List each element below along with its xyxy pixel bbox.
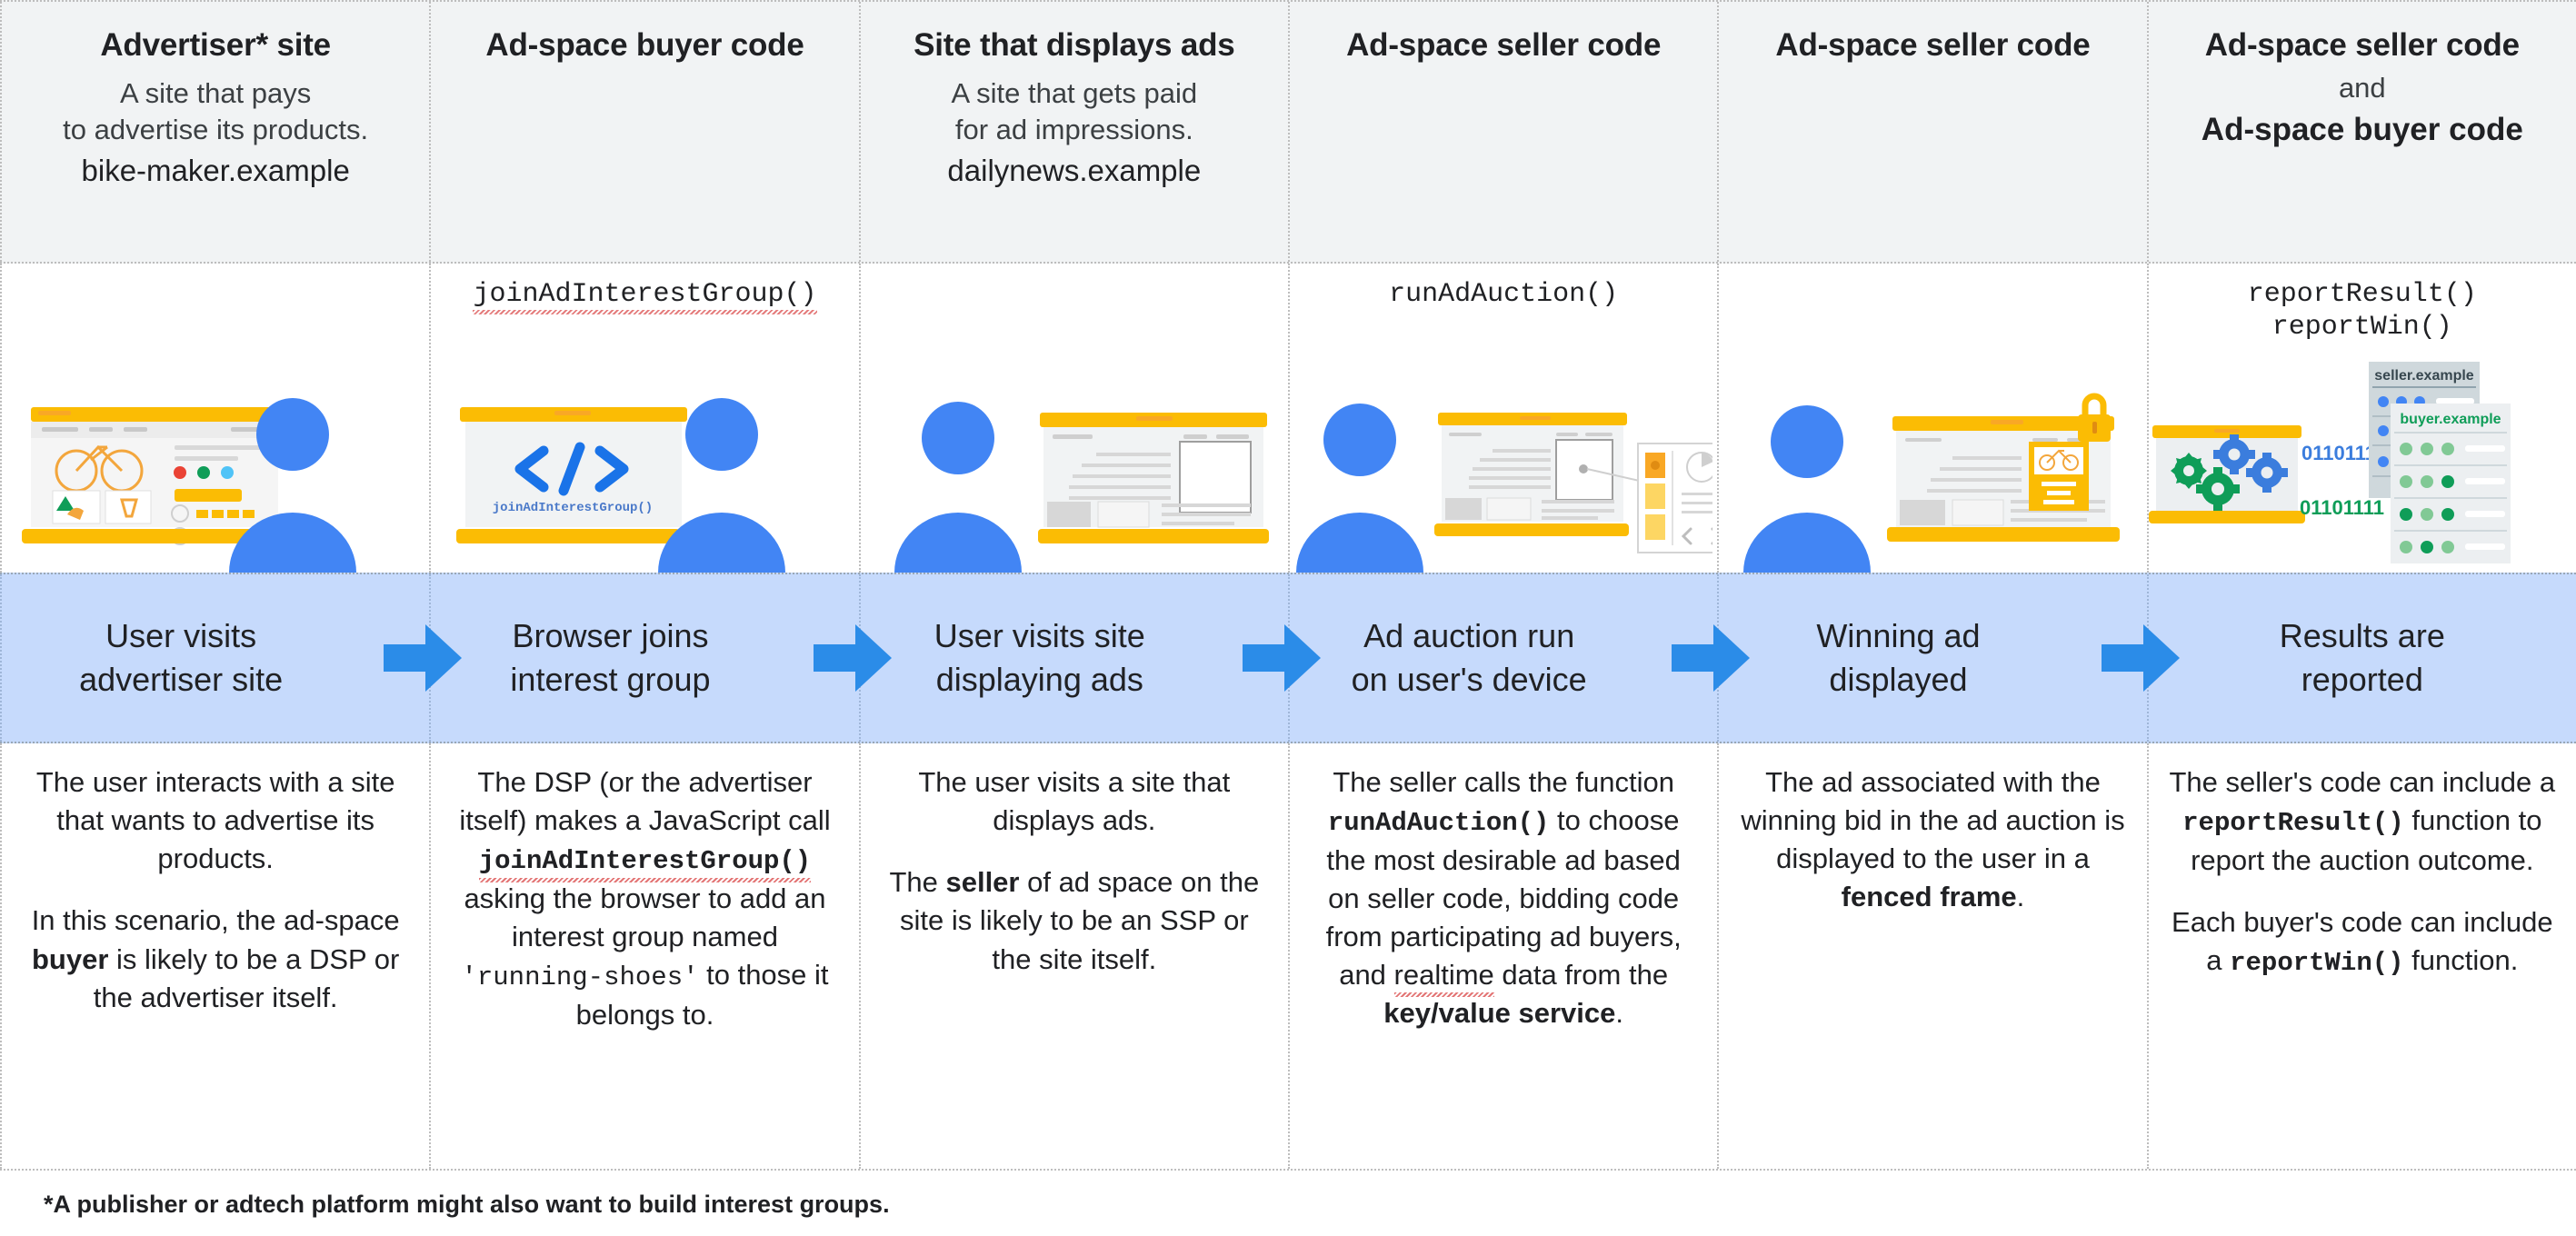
- description-paragraph: The seller's code can include a reportRe…: [2169, 766, 2556, 876]
- header-title-secondary: Ad-space buyer code: [2201, 111, 2523, 147]
- flow-step-label: User visits advertiser site: [48, 614, 383, 701]
- description-paragraph: The seller calls the function runAdAucti…: [1325, 766, 1682, 1030]
- flow-step-ad-auction-run-on-device: Ad auction run on user's device: [1287, 574, 1751, 742]
- column-header-seller-and-buyer-code: Ad-space seller code and Ad-space buyer …: [2146, 2, 2576, 262]
- column-header-site-that-displays-ads: Site that displays ads A site that gets …: [858, 2, 1290, 262]
- description-cell-ad-auction: The seller calls the function runAdAucti…: [1287, 743, 1720, 1169]
- illustration-cell-advertiser-site: [0, 264, 432, 573]
- svg-text:buyer.example: buyer.example: [2400, 412, 2501, 427]
- user-at-advertiser-site-illustration: [2, 364, 429, 573]
- description-paragraph: The seller of ad space on the site is li…: [889, 866, 1260, 975]
- flow-step-winning-ad-displayed: Winning ad displayed: [1717, 574, 2180, 742]
- winning-ad-fenced-frame-illustration: [1719, 364, 2146, 573]
- header-domain: bike-maker.example: [81, 154, 350, 188]
- flow-step-user-visits-advertiser-site: User visits advertiser site: [0, 574, 463, 742]
- flow-step-browser-joins-interest-group: Browser joins interest group: [429, 574, 892, 742]
- flow-step-label: User visits site displaying ads: [904, 614, 1245, 701]
- header-desc-line: to advertise its products.: [63, 113, 369, 145]
- privacy-sandbox-flow-diagram: Advertiser* site A site that pays to adv…: [0, 0, 2576, 1236]
- flow-band: User visits advertiser site Browser join…: [0, 573, 2576, 743]
- description-cell-news-site: The user visits a site that displays ads…: [858, 743, 1290, 1169]
- flow-step-label: Results are reported: [2249, 614, 2476, 701]
- column-header-advertiser-site: Advertiser* site A site that pays to adv…: [0, 2, 432, 262]
- flow-label-line: Browser joins: [512, 617, 709, 655]
- flow-arrow-icon: [2101, 624, 2180, 692]
- api-function-label: reportResult() reportWin(): [2247, 279, 2477, 343]
- header-title: Advertiser* site: [100, 27, 331, 63]
- user-viewing-news-site-illustration: [861, 364, 1288, 573]
- column-header-ad-space-buyer-code: Ad-space buyer code: [429, 2, 861, 262]
- flow-label-line: advertiser site: [79, 661, 284, 698]
- illustration-cell-news-site: [858, 264, 1290, 573]
- flow-label-line: displayed: [1829, 661, 1968, 698]
- description-paragraph: The user visits a site that displays ads…: [918, 766, 1231, 837]
- description-cell-reporting: The seller's code can include a reportRe…: [2146, 743, 2576, 1169]
- flow-arrow-icon: [384, 624, 463, 692]
- header-description: A site that pays to advertise its produc…: [63, 75, 368, 149]
- reporting-servers-illustration: 0110111 01101111 seller.example buyer.ex…: [2148, 362, 2576, 573]
- header-desc-line: A site that gets paid: [951, 76, 1198, 109]
- header-desc-line: for ad impressions.: [954, 113, 1193, 145]
- description-paragraph: The user interacts with a site that want…: [35, 766, 395, 875]
- column-header-ad-space-seller-code-display: Ad-space seller code: [1717, 2, 2149, 262]
- illustration-cell-ad-auction: runAdAuction(): [1287, 264, 1720, 573]
- illustration-cell-winning-ad: [1717, 264, 2149, 573]
- flow-step-label: Ad auction run on user's device: [1321, 614, 1687, 701]
- description-paragraph: The DSP (or the advertiser itself) makes…: [459, 766, 831, 1031]
- header-title: Ad-space seller code: [1346, 27, 1662, 63]
- header-title: Site that displays ads: [914, 27, 1235, 63]
- api-function-label: joinAdInterestGroup(): [473, 279, 817, 314]
- header-row: Advertiser* site A site that pays to adv…: [0, 0, 2576, 264]
- header-title: Ad-space buyer code: [485, 27, 804, 63]
- description-cell-winning-ad: The ad associated with the winning bid i…: [1717, 743, 2149, 1169]
- flow-arrow-icon: [1242, 624, 1321, 692]
- illustration-row: joinAdInterestGroup() joinAdInterestGrou…: [0, 264, 2576, 573]
- flow-arrow-icon: [1672, 624, 1751, 692]
- description-cell-buyer-code: The DSP (or the advertiser itself) makes…: [429, 743, 861, 1169]
- flow-step-label: Browser joins interest group: [479, 614, 810, 701]
- flow-label-line: displaying ads: [935, 661, 1143, 698]
- description-paragraph: In this scenario, the ad-space buyer is …: [31, 904, 400, 1013]
- description-paragraph: Each buyer's code can include a reportWi…: [2172, 905, 2553, 978]
- header-desc-line: A site that pays: [120, 76, 312, 109]
- flow-label-line: User visits: [105, 617, 257, 655]
- svg-text:0110111: 0110111: [2301, 442, 2376, 464]
- flow-label-line: reported: [2301, 661, 2423, 698]
- svg-text:joinAdInterestGroup(): joinAdInterestGroup(): [493, 501, 653, 515]
- header-description: A site that gets paid for ad impressions…: [952, 75, 1198, 149]
- column-header-ad-space-seller-code-auction: Ad-space seller code: [1287, 2, 1720, 262]
- flow-step-results-are-reported: Results are reported: [2146, 574, 2576, 742]
- flow-label-line: Winning ad: [1816, 617, 1981, 655]
- svg-text:seller.example: seller.example: [2374, 368, 2474, 384]
- description-row: The user interacts with a site that want…: [0, 743, 2576, 1171]
- header-title: Ad-space seller code: [1775, 27, 2091, 63]
- flow-label-line: interest group: [510, 661, 711, 698]
- illustration-cell-buyer-code: joinAdInterestGroup() joinAdInterestGrou…: [429, 264, 861, 573]
- description-cell-advertiser-site: The user interacts with a site that want…: [0, 743, 432, 1169]
- flow-label-line: Ad auction run: [1363, 617, 1575, 655]
- flow-label-line: on user's device: [1351, 661, 1587, 698]
- header-title: Ad-space seller code: [2204, 27, 2520, 63]
- footnote: *A publisher or adtech platform might al…: [44, 1191, 890, 1218]
- svg-text:01101111: 01101111: [2300, 496, 2384, 519]
- flow-arrow-icon: [813, 624, 892, 692]
- api-function-label: runAdAuction(): [1389, 279, 1619, 310]
- description-paragraph: The ad associated with the winning bid i…: [1741, 766, 2125, 913]
- header-domain: dailynews.example: [947, 154, 1202, 188]
- ad-auction-on-device-illustration: [1290, 364, 1717, 573]
- flow-step-label: Winning ad displayed: [1785, 614, 2080, 701]
- header-and-label: and: [2338, 71, 2386, 104]
- buyer-code-screen-illustration: joinAdInterestGroup(): [431, 364, 858, 573]
- flow-label-line: User visits site: [934, 617, 1145, 655]
- illustration-cell-reporting: reportResult() reportWin() 0110111 01101…: [2146, 264, 2576, 573]
- flow-label-line: Results are: [2279, 617, 2445, 655]
- flow-step-user-visits-site-displaying-ads: User visits site displaying ads: [858, 574, 1321, 742]
